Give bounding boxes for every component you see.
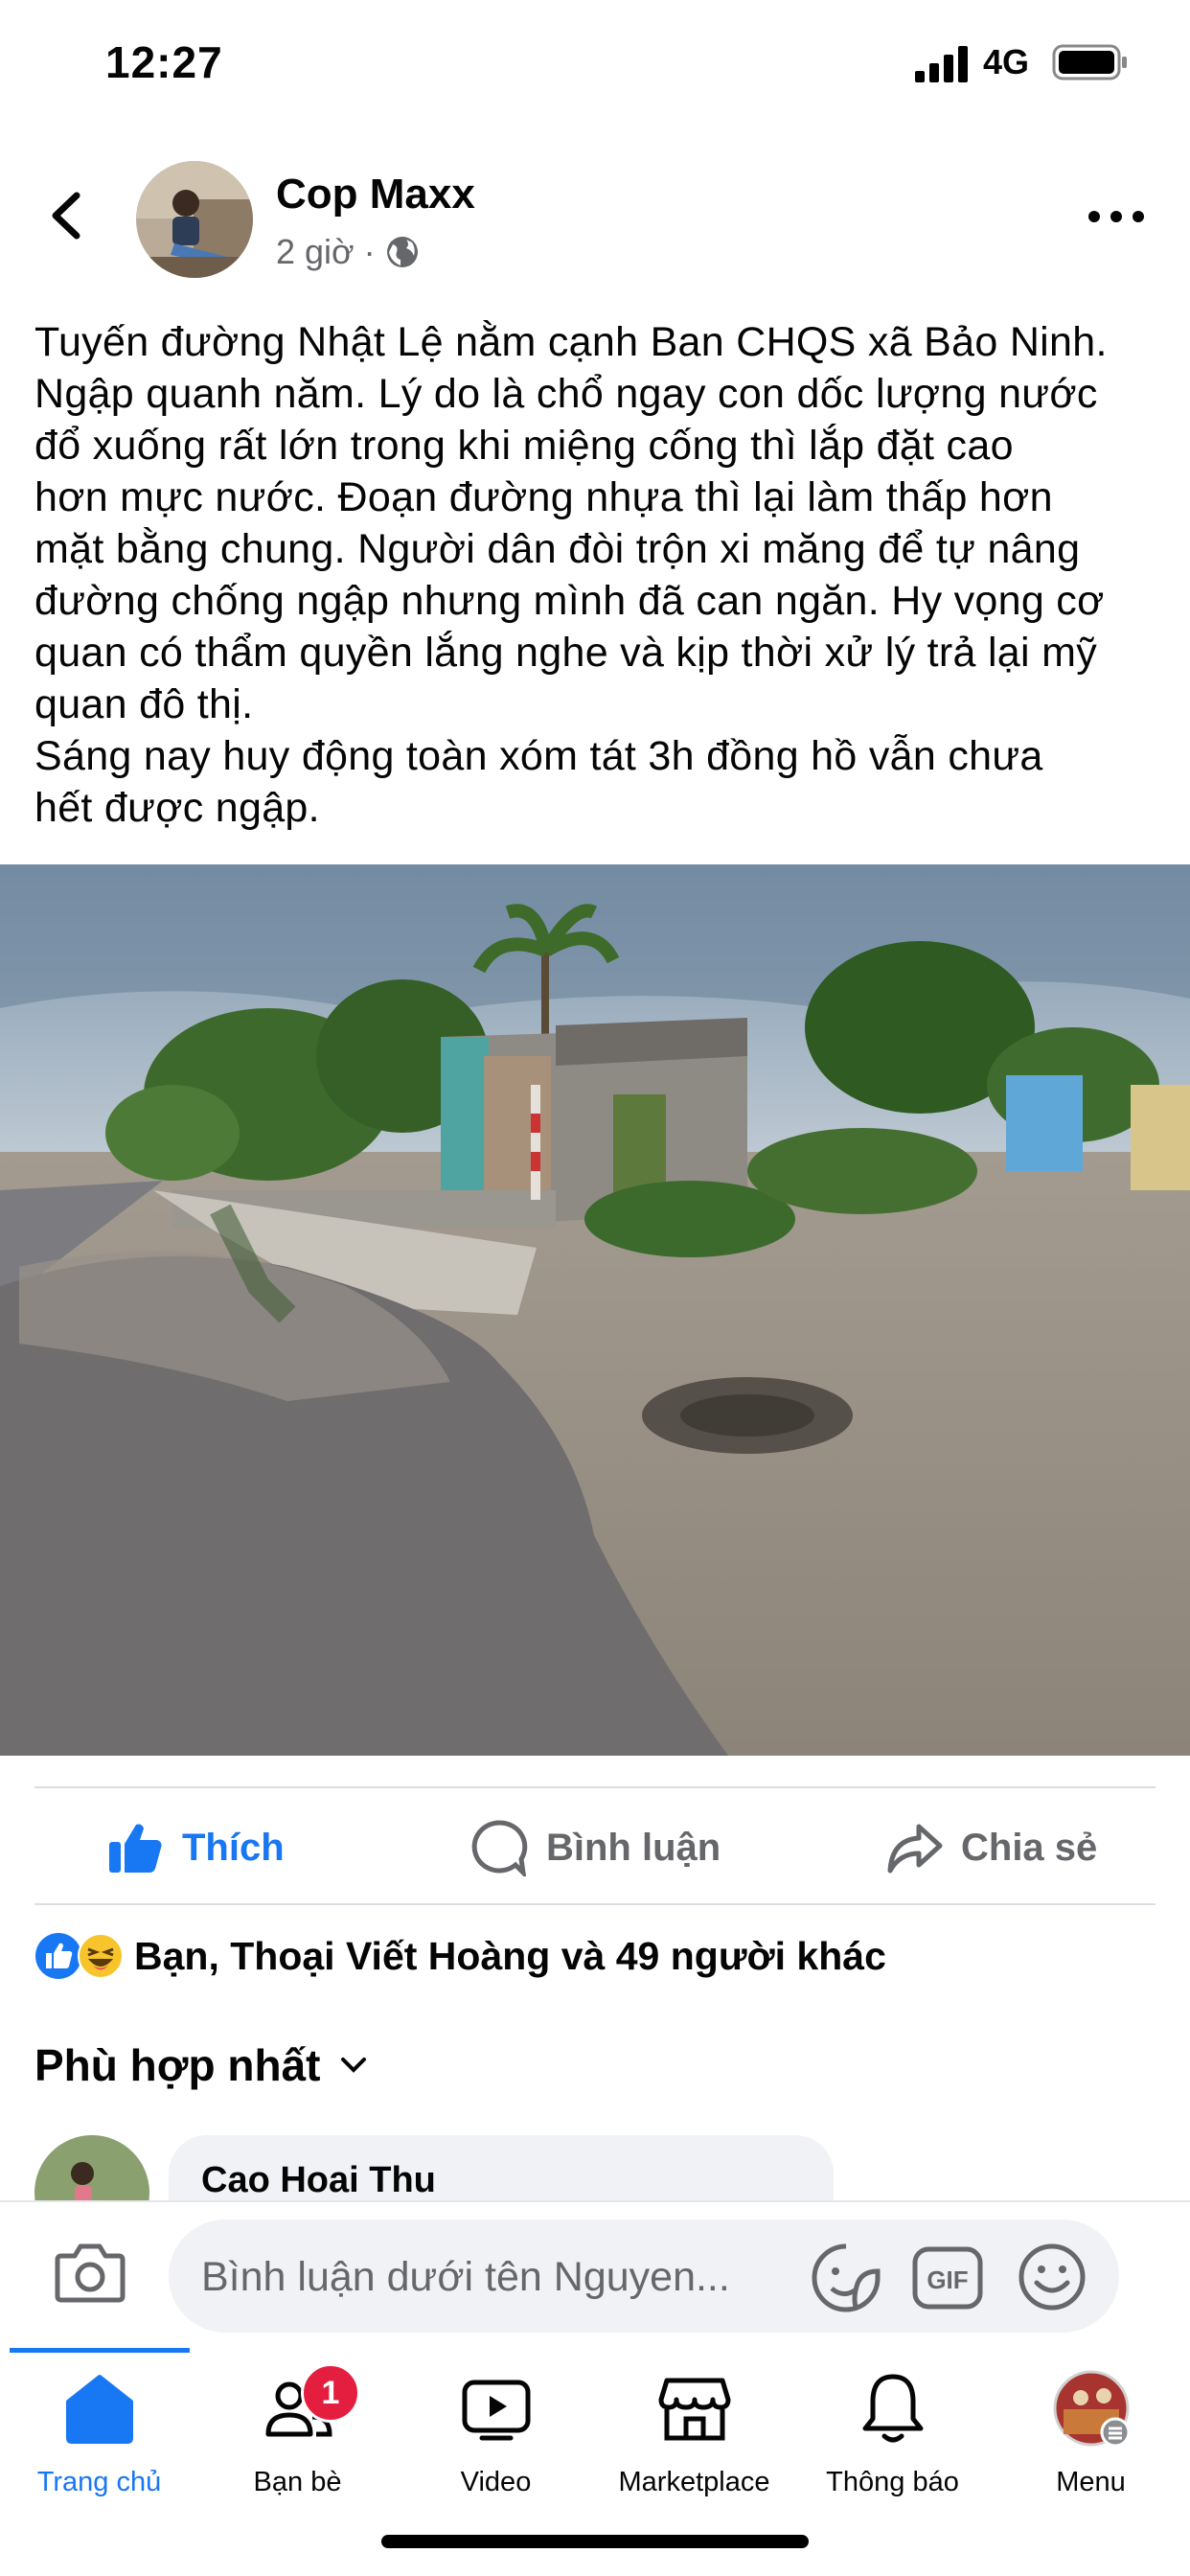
video-icon: [462, 2380, 530, 2441]
reactions-text: Bạn, Thoại Viết Hoàng và 49 người khác: [134, 1933, 886, 1978]
haha-reaction-icon: [78, 1933, 124, 1979]
reactions-summary[interactable]: Bạn, Thoại Viết Hoàng và 49 người khác: [34, 1932, 886, 1980]
battery-icon: [1052, 44, 1127, 80]
more-options-icon[interactable]: [1083, 197, 1150, 236]
share-icon: [887, 1824, 943, 1874]
divider-bottom: [34, 1903, 1156, 1905]
comment-author[interactable]: Cao Hoai Thu: [201, 2160, 436, 2201]
chevron-down-icon: [341, 2058, 367, 2073]
share-button[interactable]: Chia sẻ: [886, 1819, 1097, 1876]
network-type: 4G: [983, 42, 1030, 81]
tab-menu-label: Menu: [1056, 2467, 1126, 2497]
post-author[interactable]: Cop Maxx: [276, 171, 475, 218]
tab-home[interactable]: Trang chủ: [0, 2367, 198, 2498]
post-photo[interactable]: [0, 864, 1190, 1756]
back-icon[interactable]: [38, 182, 96, 249]
menu-avatar-icon: [1053, 2370, 1130, 2448]
like-button[interactable]: Thích: [107, 1819, 285, 1876]
comment-icon: [471, 1820, 528, 1876]
friends-badge: 1: [301, 2363, 360, 2423]
tab-menu[interactable]: Menu: [992, 2367, 1190, 2498]
tab-friends[interactable]: Bạn bè: [198, 2367, 397, 2498]
tab-notifications[interactable]: Thông báo: [793, 2367, 992, 2498]
tab-video-label: Video: [460, 2467, 532, 2497]
gif-button[interactable]: GIF: [912, 2246, 983, 2310]
sticker-icon[interactable]: [811, 2242, 881, 2313]
home-indicator[interactable]: [381, 2535, 809, 2548]
thumbs-up-icon: [109, 1824, 162, 1873]
comment-sort-dropdown[interactable]: Phù hợp nhất: [34, 2039, 368, 2091]
active-tab-indicator: [10, 2348, 190, 2353]
signal-icon: [915, 46, 968, 82]
status-time: 12:27: [105, 37, 223, 87]
like-reaction-icon: [35, 1933, 81, 1979]
home-icon: [65, 2375, 133, 2444]
tab-friends-label: Bạn bè: [253, 2467, 342, 2497]
tab-marketplace-label: Marketplace: [618, 2467, 770, 2497]
comment-input-placeholder: Bình luận dưới tên Nguyen...: [201, 2254, 730, 2300]
camera-icon[interactable]: [54, 2239, 126, 2306]
comment-label: Bình luận: [546, 1826, 721, 1869]
emoji-icon[interactable]: [1018, 2242, 1087, 2312]
author-avatar[interactable]: [136, 161, 253, 278]
sort-label: Phù hợp nhất: [34, 2040, 321, 2090]
post-meta: 2 giờ ·: [276, 232, 420, 272]
like-label: Thích: [182, 1826, 285, 1869]
share-label: Chia sẻ: [961, 1826, 1098, 1869]
tab-marketplace[interactable]: Marketplace: [595, 2367, 793, 2498]
comment-button[interactable]: Bình luận: [471, 1819, 721, 1876]
tab-home-label: Trang chủ: [36, 2467, 162, 2497]
divider-top: [34, 1786, 1156, 1788]
tab-video[interactable]: Video: [397, 2367, 595, 2498]
marketplace-icon: [658, 2378, 730, 2441]
tab-notifications-label: Thông báo: [826, 2467, 959, 2497]
bell-icon: [862, 2374, 923, 2443]
post-text: Tuyến đường Nhật Lệ nằm cạnh Ban CHQS xã…: [34, 319, 1108, 831]
meta-separator: ·: [363, 232, 376, 271]
globe-icon: [386, 237, 418, 267]
gif-label: GIF: [927, 2266, 968, 2294]
post-time[interactable]: 2 giờ: [276, 232, 355, 272]
